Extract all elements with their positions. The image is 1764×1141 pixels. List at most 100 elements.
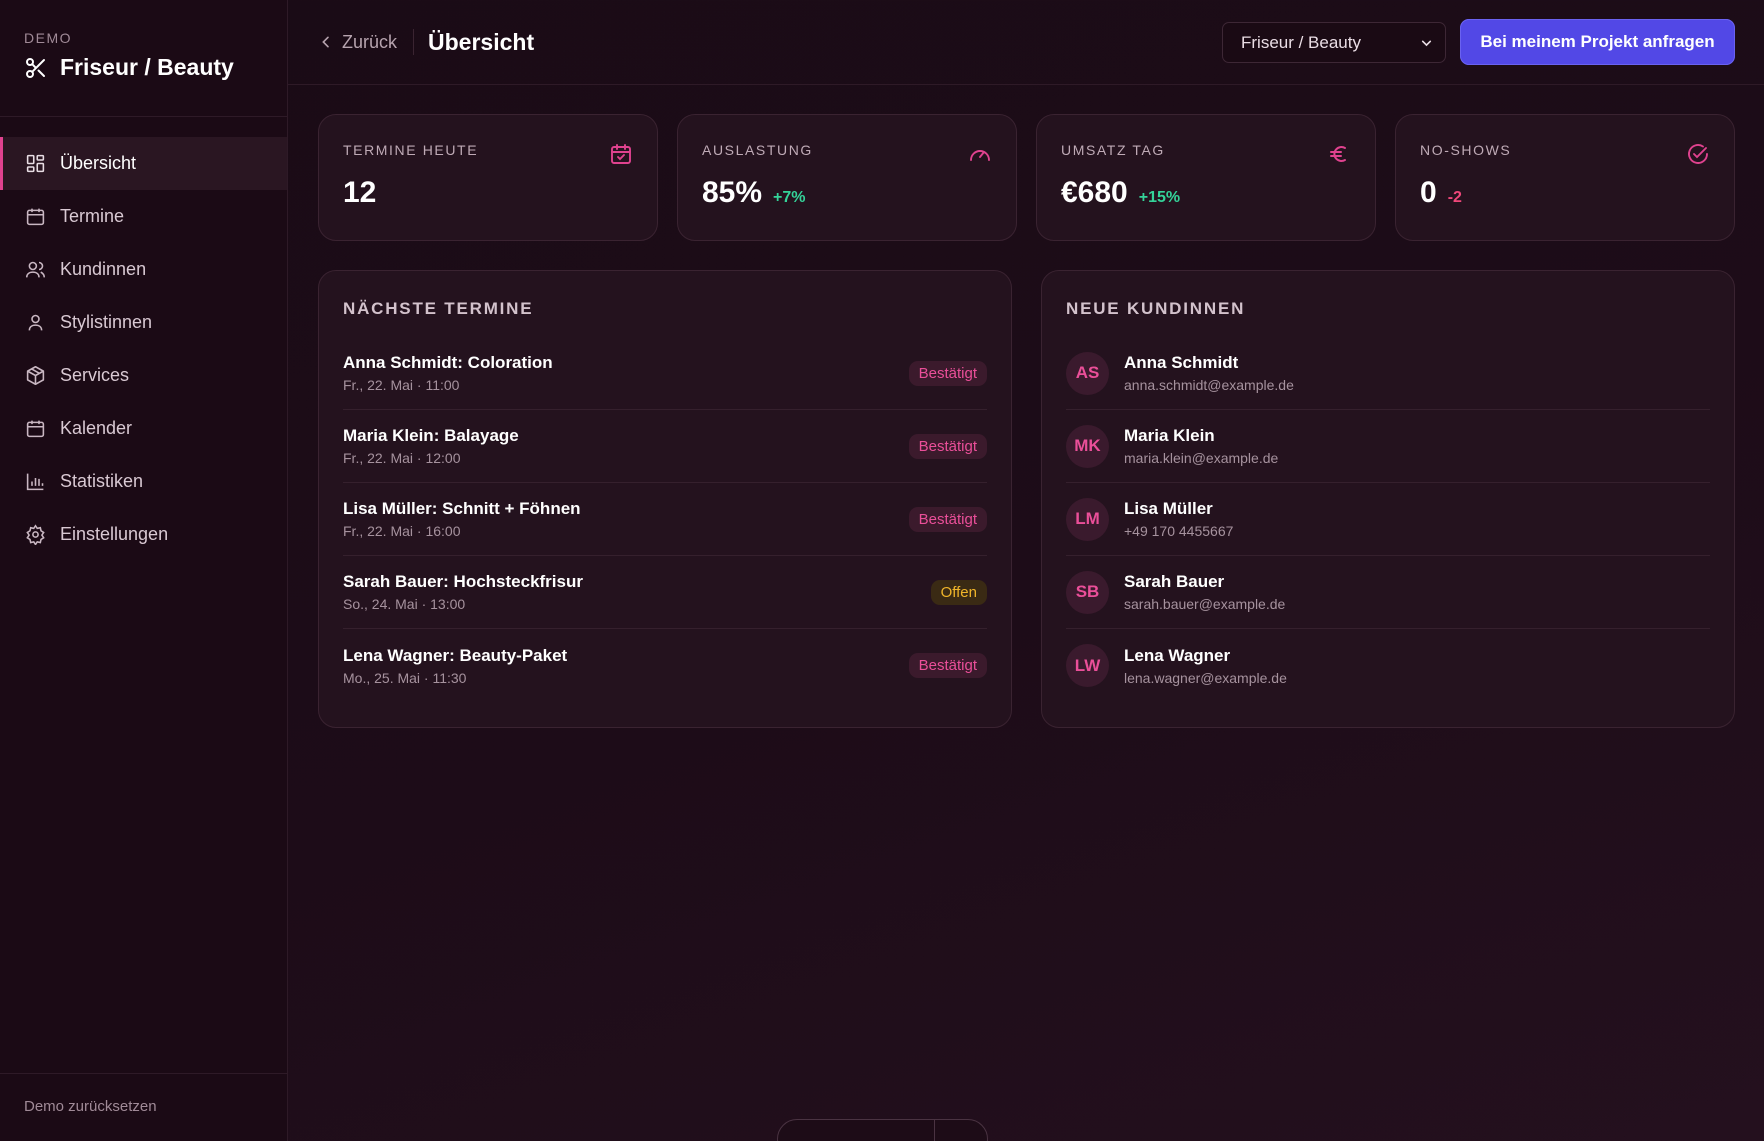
customer-name: Maria Klein [1124, 426, 1215, 445]
status-badge: Bestätigt [908, 434, 987, 459]
upcoming-appointments-panel: NÄCHSTE TERMINE Anna Schmidt: Coloration… [318, 270, 1012, 728]
sidebar-item-kalender[interactable]: Kalender [0, 402, 287, 455]
customer-name: Sarah Bauer [1124, 572, 1225, 591]
stat-card-auslastung: AUSLASTUNG 85% +7% [677, 114, 1017, 241]
sidebar-item-kundinnen[interactable]: Kundinnen [0, 243, 287, 296]
stat-row: 85% +7% [702, 176, 992, 210]
bar-chart-icon [26, 473, 44, 491]
stat-label: NO-SHOWS [1420, 142, 1512, 158]
appointment-row[interactable]: Sarah Bauer: Hochsteckfrisur So., 24. Ma… [343, 556, 987, 629]
status-badge: Bestätigt [908, 507, 987, 532]
appointment-row[interactable]: Lena Wagner: Beauty-Paket Mo., 25. Mai ·… [343, 629, 987, 702]
back-button[interactable]: Zurück [318, 32, 397, 53]
appointment-time: Mo., 25. Mai · 11:30 [343, 669, 467, 686]
topbar: Zurück Übersicht Friseur / Beauty Bei me… [288, 0, 1764, 85]
user-icon [28, 314, 43, 331]
sidebar-item-uebersicht[interactable]: Übersicht [0, 137, 287, 190]
sidebar-item-label: Stylistinnen [60, 312, 153, 332]
appointment-title: Sarah Bauer: Hochsteckfrisur [343, 572, 583, 591]
appointment-time: Fr., 22. Mai · 12:00 [343, 450, 461, 466]
appointment-row[interactable]: Maria Klein: Balayage Fr., 22. Mai · 12:… [343, 410, 987, 483]
appointment-title: Lena Wagner: Beauty-Paket [343, 645, 568, 665]
customer-contact: +49 170 4455667 [1124, 523, 1234, 539]
stat-value: 12 [343, 176, 377, 209]
stat-value: 85% [702, 176, 763, 209]
customer-row[interactable]: SB Sarah Bauer sarah.bauer@example.de [1066, 556, 1710, 629]
appointment-title: Lisa Müller: Schnitt + Föhnen [343, 499, 581, 518]
customer-row[interactable]: AS Anna Schmidt anna.schmidt@example.de [1066, 337, 1710, 410]
sidebar-item-statistiken[interactable]: Statistiken [0, 455, 287, 508]
grid-icon [26, 154, 45, 173]
calendar-check-icon [611, 144, 631, 164]
industry-select-value: Friseur / Beauty [1241, 32, 1361, 52]
check-circle-icon [1688, 144, 1708, 164]
gauge-icon [970, 150, 990, 161]
customer-contact: lena.wagner@example.de [1124, 669, 1287, 686]
toolbar-divider [934, 1120, 935, 1141]
status-badge: Bestätigt [908, 361, 987, 386]
chevron-left-icon [322, 36, 329, 48]
customer-list: AS Anna Schmidt anna.schmidt@example.de … [1066, 337, 1710, 702]
stat-row: 0 -2 [1420, 176, 1710, 210]
scissors-icon [26, 57, 45, 78]
customer-row[interactable]: MK Maria Klein maria.klein@example.de [1066, 410, 1710, 483]
panel-title: NÄCHSTE TERMINE [343, 299, 534, 318]
stat-card-umsatz-tag: UMSATZ TAG €680 +15% [1036, 114, 1376, 241]
sidebar: DEMO Friseur / Beauty Übersicht Termine … [0, 0, 288, 1141]
reset-demo-link[interactable]: Demo zurücksetzen [0, 1073, 287, 1141]
avatar: LM [1066, 497, 1109, 541]
sidebar-item-label: Übersicht [60, 153, 137, 173]
avatar: MK [1066, 424, 1109, 468]
stat-value: 0 [1420, 176, 1437, 209]
panel-title: NEUE KUNDINNEN [1066, 299, 1246, 318]
sidebar-item-label: Einstellungen [60, 524, 169, 544]
stat-card-no-shows: NO-SHOWS 0 -2 [1395, 114, 1735, 241]
topbar-divider [413, 29, 415, 55]
stat-row: €680 +15% [1061, 176, 1351, 210]
customer-row[interactable]: LW Lena Wagner lena.wagner@example.de [1066, 629, 1710, 702]
appointment-row[interactable]: Lisa Müller: Schnitt + Föhnen Fr., 22. M… [343, 483, 987, 556]
customer-row[interactable]: LM Lisa Müller +49 170 4455667 [1066, 483, 1710, 556]
sidebar-nav: Übersicht Termine Kundinnen Stylistinnen… [0, 117, 287, 561]
chevron-down-icon [1421, 40, 1432, 47]
sidebar-item-stylistinnen[interactable]: Stylistinnen [0, 296, 287, 349]
customer-name: Lisa Müller [1124, 499, 1213, 518]
brand: DEMO Friseur / Beauty [0, 0, 287, 117]
sidebar-item-einstellungen[interactable]: Einstellungen [0, 508, 287, 561]
customer-name: Anna Schmidt [1124, 353, 1239, 372]
sidebar-item-termine[interactable]: Termine [0, 190, 287, 243]
industry-select[interactable]: Friseur / Beauty [1222, 22, 1446, 63]
box-icon [26, 365, 45, 386]
sidebar-item-label: Services [60, 365, 130, 385]
stat-card-termine-heute: TERMINE HEUTE 12 [318, 114, 658, 241]
avatar: AS [1066, 351, 1109, 395]
users-icon [25, 261, 46, 278]
new-customers-panel: NEUE KUNDINNEN AS Anna Schmidt anna.schm… [1041, 270, 1735, 728]
sidebar-item-label: Kalender [60, 418, 133, 438]
appointment-row[interactable]: Anna Schmidt: Coloration Fr., 22. Mai · … [343, 337, 987, 410]
customer-name: Lena Wagner [1124, 645, 1231, 665]
appointment-list: Anna Schmidt: Coloration Fr., 22. Mai · … [343, 337, 987, 702]
request-project-button[interactable]: Bei meinem Projekt anfragen [1460, 19, 1735, 65]
appointment-time: So., 24. Mai · 13:00 [343, 596, 466, 612]
calendar-icon [26, 208, 45, 226]
stat-delta: +15% [1138, 189, 1181, 206]
sidebar-item-label: Kundinnen [60, 259, 147, 279]
customer-contact: anna.schmidt@example.de [1124, 377, 1294, 393]
stat-delta: +7% [773, 189, 806, 206]
sidebar-item-label: Statistiken [60, 471, 144, 491]
stat-delta: -2 [1447, 189, 1462, 206]
calendar-grid-icon [26, 420, 45, 438]
appointment-title: Anna Schmidt: Coloration [343, 353, 553, 372]
floating-toolbar[interactable] [777, 1119, 988, 1141]
gear-icon [26, 524, 45, 545]
back-label: Zurück [342, 31, 398, 52]
stat-label: UMSATZ TAG [1061, 142, 1165, 158]
page-title: Übersicht [428, 28, 535, 55]
euro-icon [1330, 146, 1346, 162]
stat-row: 12 [343, 176, 633, 210]
brand-name: Friseur / Beauty [60, 54, 234, 80]
sidebar-item-services[interactable]: Services [0, 349, 287, 402]
appointment-time: Fr., 22. Mai · 11:00 [343, 377, 460, 393]
brand-demo-label: DEMO [24, 30, 72, 46]
